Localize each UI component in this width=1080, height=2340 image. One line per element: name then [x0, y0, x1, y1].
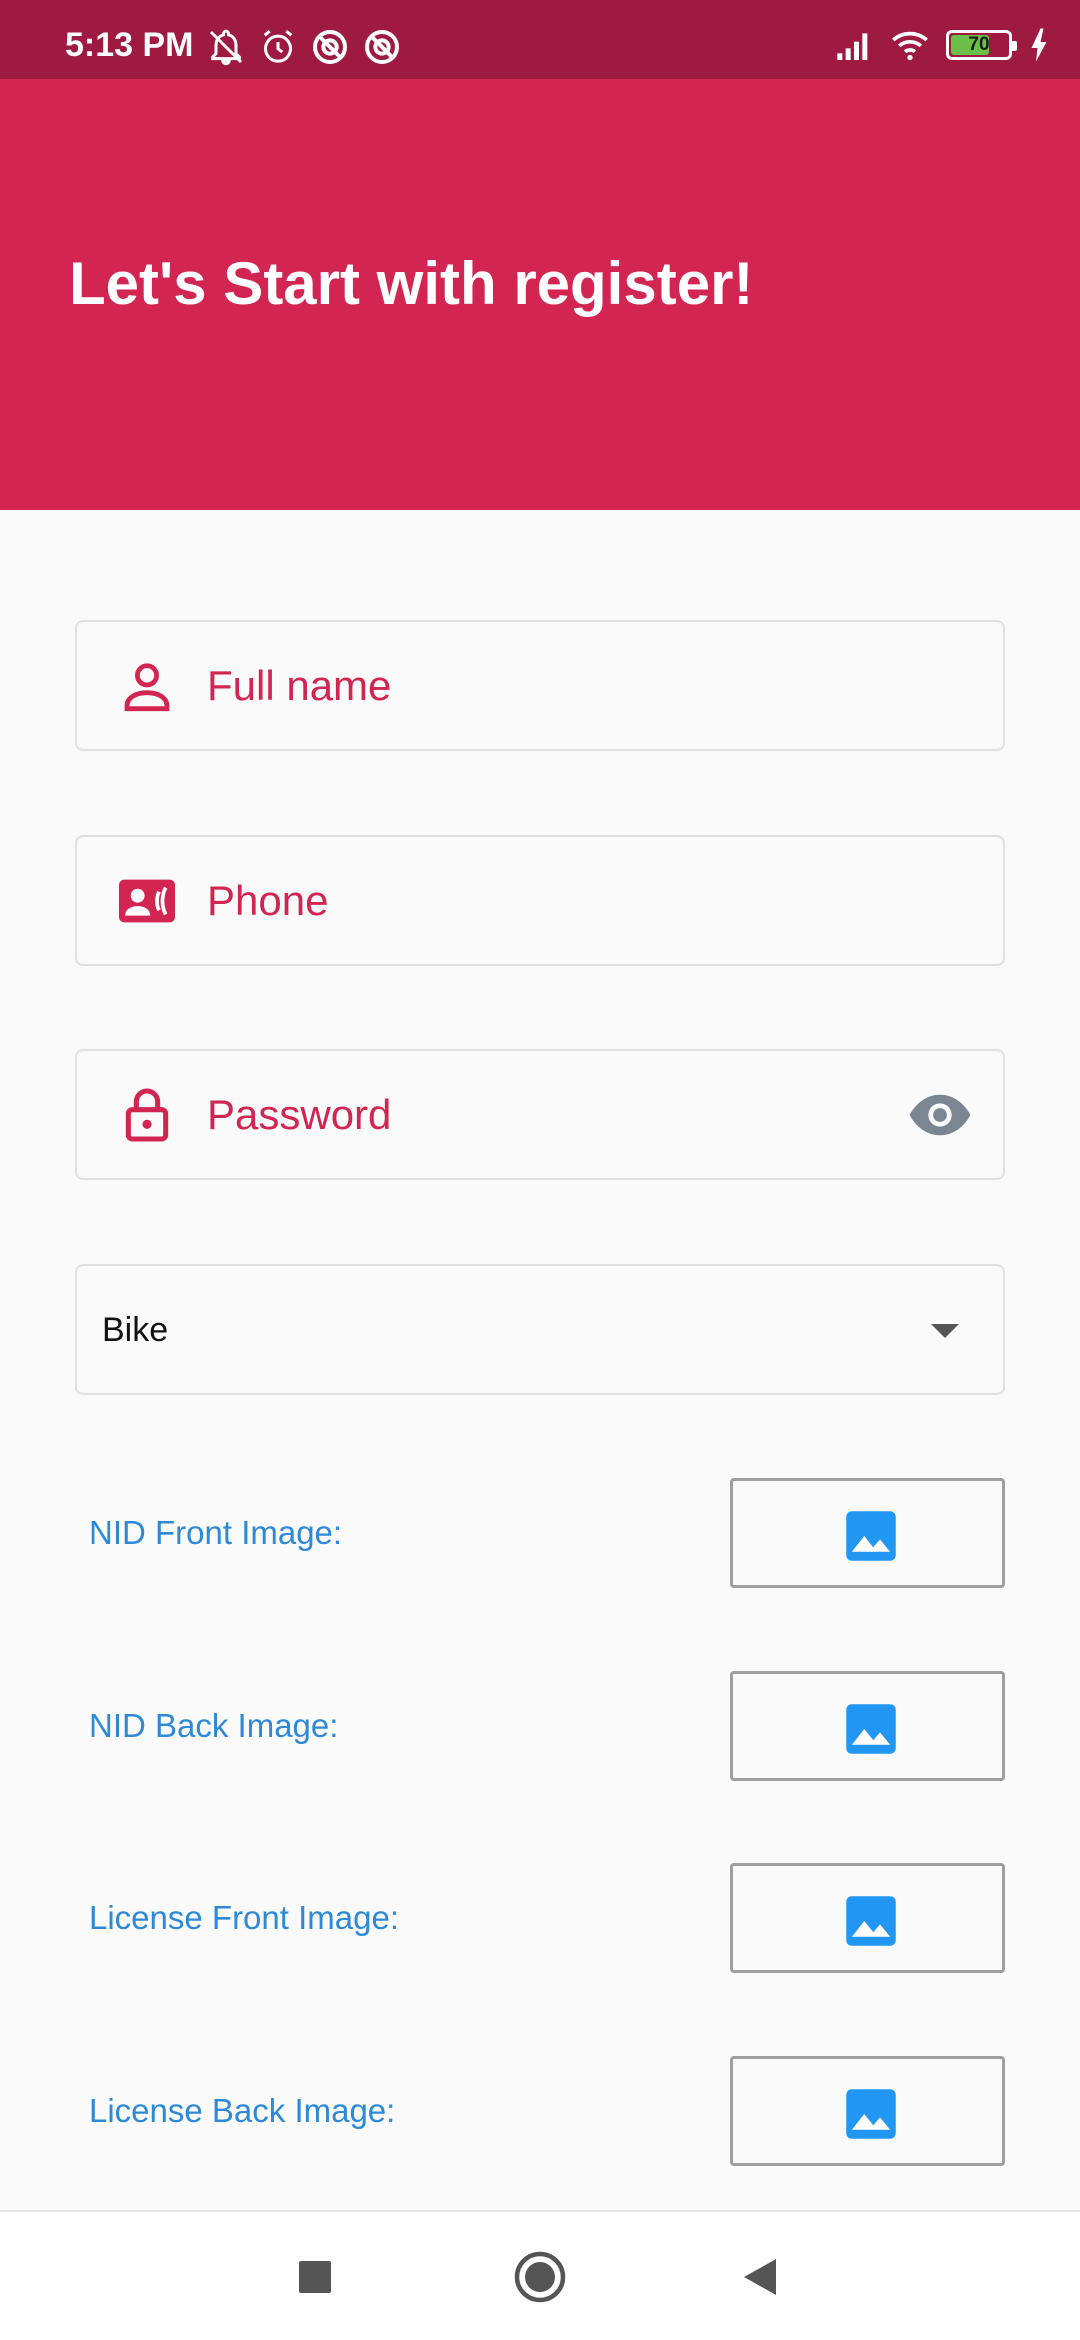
lock-icon — [125, 1088, 169, 1142]
nid-front-label: NID Front Image: — [89, 1514, 343, 1551]
back-button[interactable] — [700, 2212, 820, 2340]
battery-tip — [1012, 41, 1017, 51]
phone-input[interactable] — [207, 837, 893, 964]
status-bar: 5:13 PM 70 — [0, 0, 1080, 79]
battery-icon: 70 — [946, 30, 1017, 60]
header-banner: Let's Start with register! — [0, 79, 1080, 510]
password-field[interactable] — [75, 1049, 1005, 1180]
data-saver-icon — [313, 30, 347, 64]
battery-level: 70 — [968, 34, 990, 55]
home-icon — [514, 2251, 566, 2303]
bell-off-icon — [209, 29, 243, 66]
password-input[interactable] — [207, 1051, 893, 1178]
status-system-icons: 70 — [834, 25, 1050, 65]
nid-back-label: NID Back Image: — [89, 1707, 339, 1744]
vehicle-type-dropdown[interactable]: Bike — [75, 1264, 1005, 1395]
alarm-icon — [263, 30, 293, 63]
license-front-upload-button[interactable] — [730, 1863, 1005, 1973]
dropdown-arrow-icon — [931, 1324, 959, 1338]
nid-front-upload-button[interactable] — [730, 1478, 1005, 1588]
full-name-field[interactable] — [75, 620, 1005, 751]
home-button[interactable] — [480, 2212, 600, 2340]
back-icon — [744, 2259, 776, 2295]
recents-icon — [299, 2261, 331, 2293]
system-navigation-bar — [0, 2210, 1080, 2340]
nid-front-upload-row: NID Front Image: — [0, 1478, 1080, 1588]
nid-back-upload-button[interactable] — [730, 1671, 1005, 1781]
license-front-label: License Front Image: — [89, 1899, 399, 1936]
status-notification-icons — [206, 27, 402, 67]
data-saver-icon — [365, 30, 399, 64]
image-icon — [846, 1896, 896, 1946]
image-icon — [846, 1511, 896, 1561]
page-title: Let's Start with register! — [69, 250, 754, 317]
license-back-upload-button[interactable] — [730, 2056, 1005, 2166]
license-back-label: License Back Image: — [89, 2092, 396, 2129]
image-icon — [846, 2089, 896, 2139]
license-back-upload-row: License Back Image: — [0, 2056, 1080, 2166]
status-time: 5:13 PM — [65, 26, 194, 64]
phone-field[interactable] — [75, 835, 1005, 966]
eye-icon[interactable] — [907, 1090, 973, 1140]
contact-phone-icon — [119, 879, 175, 922]
recents-button[interactable] — [255, 2212, 375, 2340]
image-icon — [846, 1704, 896, 1754]
charging-icon — [1031, 28, 1047, 62]
wifi-icon — [892, 31, 928, 61]
signal-icon — [837, 33, 868, 60]
license-front-upload-row: License Front Image: — [0, 1863, 1080, 1973]
person-icon — [124, 662, 170, 711]
full-name-input[interactable] — [207, 622, 893, 749]
nid-back-upload-row: NID Back Image: — [0, 1671, 1080, 1781]
vehicle-type-value: Bike — [102, 1311, 169, 1349]
